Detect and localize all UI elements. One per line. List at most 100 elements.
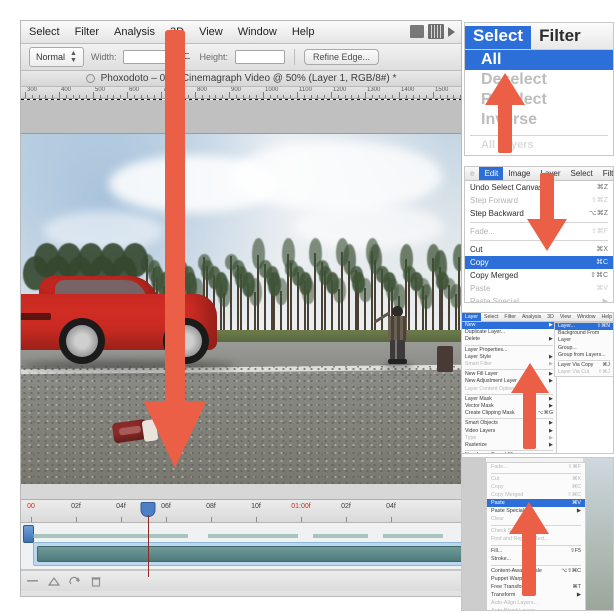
card4-item[interactable]: Auto-Align Layers... xyxy=(487,599,585,607)
card3-item[interactable]: Layer Mask▶ xyxy=(462,396,556,403)
app-menu-bar[interactable]: Select Filter Analysis 3D View Window He… xyxy=(21,21,461,44)
card3-item[interactable]: Smart Objects▶ xyxy=(462,420,556,427)
card2-item[interactable]: Fade...⇧⌘F xyxy=(465,225,613,238)
card2-item[interactable]: Undo Select Canvas⌘Z xyxy=(465,181,613,194)
canvas-area[interactable] xyxy=(21,99,461,484)
card4-item[interactable]: Puppet Warp xyxy=(487,575,585,583)
swap-dimensions-icon[interactable] xyxy=(180,52,192,62)
card2-item[interactable]: Step Forward⇧⌘Z xyxy=(465,194,613,207)
card3-menubar-view[interactable]: View xyxy=(557,314,574,320)
card3-item[interactable]: Video Layers▶ xyxy=(462,428,556,435)
card1-item-reselect[interactable]: Reselect xyxy=(465,90,613,110)
card2-menubar-edit[interactable]: Edit xyxy=(479,167,503,180)
height-input[interactable] xyxy=(235,50,285,64)
card3-item[interactable]: Delete▶ xyxy=(462,336,556,343)
card3-sub-item[interactable]: Group from Layers... xyxy=(555,352,613,359)
card3-item[interactable]: New Adjustment Layer▶ xyxy=(462,378,556,385)
trash-icon[interactable] xyxy=(90,576,102,587)
width-input[interactable] xyxy=(123,50,173,64)
play-triangle-icon[interactable] xyxy=(448,27,455,37)
card4-item[interactable]: Fill...⇧F5 xyxy=(487,547,585,555)
menu-item-analysis[interactable]: Analysis xyxy=(114,26,155,38)
card1-item-all[interactable]: All xyxy=(465,50,613,70)
card4-item[interactable]: Cut⌘X xyxy=(487,475,585,483)
card2-item[interactable]: Step Backward⌥⌘Z xyxy=(465,207,613,220)
card1-menu-list[interactable]: All Deselect Reselect Inverse All Layers xyxy=(465,50,613,152)
card3-sub-item[interactable]: Group... xyxy=(555,345,613,352)
audio-icon[interactable] xyxy=(27,576,39,587)
card4-item[interactable]: Fade...⇧⌘F xyxy=(487,463,585,471)
menu-item-filter[interactable]: Filter xyxy=(75,26,99,38)
close-document-icon[interactable] xyxy=(86,74,95,83)
timeline-ruler[interactable]: 0002f04f06f08f10f01:00f02f04f xyxy=(21,500,461,523)
card3-menubar-select[interactable]: Select xyxy=(481,314,501,320)
card3-sub-item[interactable]: Layer Via Cut⇧⌘J xyxy=(555,369,613,376)
menu-item-view[interactable]: View xyxy=(199,26,223,38)
card2-item[interactable]: Paste⌘V xyxy=(465,282,613,295)
card3-item[interactable]: Layer Content Options... xyxy=(462,386,556,393)
menu-item-3d[interactable]: 3D xyxy=(170,26,184,38)
card4-item[interactable]: Clear xyxy=(487,515,585,523)
card3-menubar-analysis[interactable]: Analysis xyxy=(519,314,544,320)
timeline-footer-toolbar[interactable] xyxy=(21,570,461,591)
card2-menubar-image[interactable]: Image xyxy=(503,169,535,178)
card1-item-deselect[interactable]: Deselect xyxy=(465,70,613,90)
card3-sub-item[interactable]: Background From Layer xyxy=(555,330,613,344)
card3-menu-bar[interactable]: Layer Select Filter Analysis 3D View Win… xyxy=(462,313,613,322)
card3-sub-item[interactable]: Layer...⇧⌘N xyxy=(555,323,613,330)
card3-item[interactable]: Layer Style▶ xyxy=(462,354,556,361)
card2-menu-list[interactable]: Undo Select Canvas⌘ZStep Forward⇧⌘ZStep … xyxy=(465,181,613,303)
card4-item[interactable]: Auto-Blend Layers... xyxy=(487,607,585,611)
refine-edge-button[interactable]: Refine Edge... xyxy=(304,49,379,65)
card4-item[interactable]: Check Spelling... xyxy=(487,527,585,535)
card3-item[interactable]: Rasterize▶ xyxy=(462,442,556,449)
card2-item[interactable]: Cut⌘X xyxy=(465,243,613,256)
card4-item[interactable]: Free Transform⌘T xyxy=(487,583,585,591)
card2-item[interactable]: Paste Special▶ xyxy=(465,295,613,303)
card3-menubar-help[interactable]: Help xyxy=(599,314,614,320)
card3-item[interactable]: Layer Properties... xyxy=(462,347,556,354)
card3-menubar-3d[interactable]: 3D xyxy=(544,314,557,320)
horizontal-ruler[interactable]: 3004005006007008009001000110012001300140… xyxy=(21,87,461,99)
card4-item[interactable]: Paste Special▶ xyxy=(487,507,585,515)
menu-item-select[interactable]: Select xyxy=(29,26,60,38)
card4-item[interactable]: Stroke... xyxy=(487,555,585,563)
card2-menu-bar[interactable]: e Edit Image Layer Select Filter xyxy=(465,167,613,181)
menu-item-help[interactable]: Help xyxy=(292,26,315,38)
card4-item[interactable]: Find and Replace Text... xyxy=(487,535,585,543)
card4-item[interactable]: Transform▶ xyxy=(487,591,585,599)
card4-item[interactable]: Paste⌘V xyxy=(487,499,585,507)
card1-item-all-layers[interactable]: All Layers xyxy=(465,138,613,152)
card3-item[interactable]: New Fill Layer▶ xyxy=(462,371,556,378)
card4-menu-list[interactable]: Fade...⇧⌘FCut⌘XCopy⌘CCopy Merged⇧⌘CPaste… xyxy=(486,462,586,611)
convert-icon[interactable] xyxy=(69,576,81,587)
card2-item[interactable]: Copy Merged⇧⌘C xyxy=(465,269,613,282)
timeline-video-clip[interactable] xyxy=(33,542,462,566)
card3-menu-list[interactable]: New▶Duplicate Layer...Delete▶Layer Prope… xyxy=(462,322,557,454)
card3-item[interactable]: Type▶ xyxy=(462,435,556,442)
card3-item[interactable]: Smart Filter▶ xyxy=(462,361,556,368)
card1-item-inverse[interactable]: Inverse xyxy=(465,110,613,130)
card2-menubar-select[interactable]: Select xyxy=(566,169,598,178)
card3-item[interactable]: Create Clipping Mask⌥⌘G xyxy=(462,410,556,417)
card3-item[interactable]: New Layer Based Slice xyxy=(462,452,556,454)
blend-mode-dropdown[interactable]: Normal ▲▼ xyxy=(29,47,84,67)
card1-tab-select[interactable]: Select xyxy=(465,26,531,49)
card4-item[interactable]: Content-Aware Scale⌥⇧⌘C xyxy=(487,567,585,575)
document-tab[interactable]: Phoxodoto – 03 – Cinemagraph Video @ 50%… xyxy=(21,71,461,87)
menu-item-window[interactable]: Window xyxy=(238,26,277,38)
card2-menubar-layer[interactable]: Layer xyxy=(535,169,565,178)
card3-sub-item[interactable]: Layer Via Copy⌘J xyxy=(555,362,613,369)
card1-tab-filter[interactable]: Filter xyxy=(531,26,589,49)
card3-item[interactable]: New▶ xyxy=(462,322,556,329)
transition-icon[interactable] xyxy=(48,576,60,587)
card4-item[interactable]: Copy Merged⇧⌘C xyxy=(487,491,585,499)
card3-menubar-window[interactable]: Window xyxy=(574,314,598,320)
card3-menubar-filter[interactable]: Filter xyxy=(501,314,519,320)
timeline-track[interactable] xyxy=(21,523,461,570)
film-strip-icon[interactable] xyxy=(428,24,444,39)
card2-menubar-filter[interactable]: Filter xyxy=(598,169,614,178)
card4-item[interactable]: Copy⌘C xyxy=(487,483,585,491)
card2-item[interactable]: Copy⌘C xyxy=(465,256,613,269)
card3-submenu-list[interactable]: Layer...⇧⌘NBackground From LayerGroup...… xyxy=(554,322,614,377)
